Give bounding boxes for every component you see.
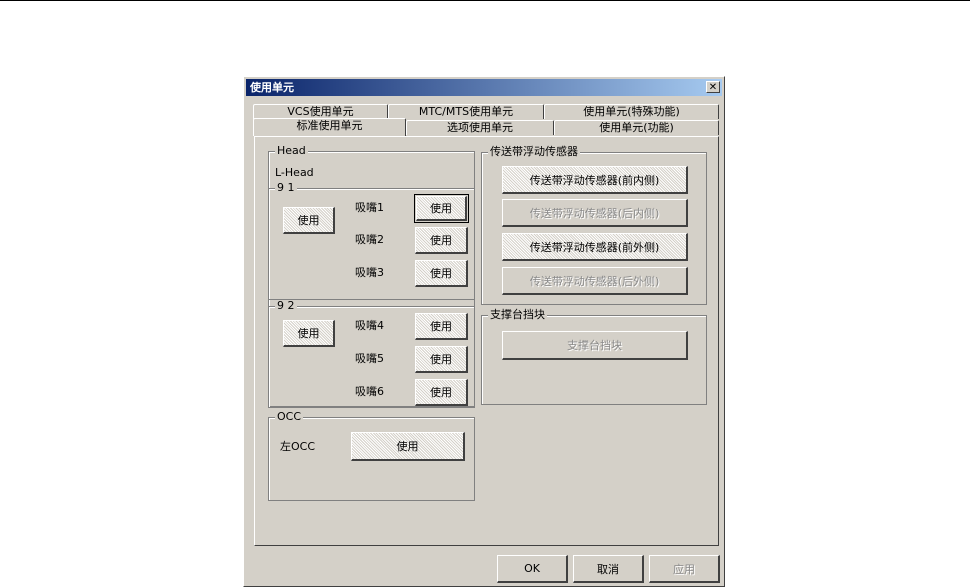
conveyor-float-sensor-group: 传送带浮动传感器 传送带浮动传感器(前内侧) 传送带浮动传感器(后内侧) 传送带…: [481, 146, 707, 305]
nozzle-group-2: 9 2 使用 吸嘴4 使用 吸嘴5 使用 吸嘴6 使用: [268, 300, 475, 408]
left-occ-label: 左OCC: [280, 440, 316, 453]
nozzle-2-use-button[interactable]: 使用: [415, 227, 468, 254]
cancel-button[interactable]: 取消: [573, 555, 644, 583]
page-top-rule: [0, 0, 970, 1]
use-unit-dialog: 使用单元 ✕ VCS使用单元 MTC/MTS使用单元 使用单元(特殊功能) 标准…: [243, 76, 725, 587]
nozzle-3-label: 吸嘴3: [355, 266, 384, 279]
nozzle-4-use-button[interactable]: 使用: [415, 313, 468, 340]
group2-use-button[interactable]: 使用: [283, 320, 335, 347]
tab-standard-use-unit[interactable]: 标准使用单元: [253, 118, 406, 136]
nozzle-group-2-legend: 9 2: [275, 299, 297, 312]
support-legend: 支撑台挡块: [488, 308, 547, 321]
tab-mtc-mts-use-unit[interactable]: MTC/MTS使用单元: [388, 104, 544, 119]
occ-group: OCC 左OCC 使用: [268, 411, 475, 501]
nozzle-group-1: 9 1 使用 吸嘴1 使用 吸嘴2 使用 吸嘴3 使用: [268, 182, 475, 300]
sensor-front-outer-button[interactable]: 传送带浮动传感器(前外侧): [502, 233, 688, 261]
close-icon[interactable]: ✕: [706, 81, 720, 93]
title-bar: 使用单元 ✕: [246, 79, 722, 96]
occ-legend: OCC: [275, 410, 304, 423]
nozzle-1-use-button[interactable]: 使用: [414, 194, 469, 223]
tab-use-unit-function[interactable]: 使用单元(功能): [554, 120, 719, 135]
tab-option-use-unit[interactable]: 选项使用单元: [406, 120, 554, 135]
conveyor-legend: 传送带浮动传感器: [488, 145, 580, 158]
tab-use-unit-special[interactable]: 使用单元(特殊功能): [544, 104, 719, 119]
nozzle-4-label: 吸嘴4: [355, 319, 384, 332]
nozzle-6-label: 吸嘴6: [355, 385, 384, 398]
support-stopper-button[interactable]: 支撑台挡块: [502, 331, 688, 360]
head-group: Head L-Head 9 1 使用 吸嘴1 使用 吸嘴2 使用 吸嘴3 使用 …: [268, 145, 475, 408]
nozzle-5-use-button[interactable]: 使用: [415, 346, 468, 373]
dialog-title: 使用单元: [250, 81, 294, 94]
nozzle-5-label: 吸嘴5: [355, 352, 384, 365]
left-occ-use-button[interactable]: 使用: [351, 432, 465, 461]
apply-button[interactable]: 应用: [649, 555, 720, 583]
sensor-front-inner-button[interactable]: 传送带浮动传感器(前内侧): [502, 166, 688, 194]
group1-use-button[interactable]: 使用: [283, 207, 335, 234]
nozzle-3-use-button[interactable]: 使用: [415, 260, 468, 287]
tab-vcs-use-unit[interactable]: VCS使用单元: [253, 104, 388, 119]
ok-button[interactable]: OK: [497, 555, 568, 583]
head-name: L-Head: [275, 166, 314, 179]
nozzle-group-1-legend: 9 1: [275, 181, 297, 194]
head-legend: Head: [275, 144, 308, 157]
sensor-rear-inner-button[interactable]: 传送带浮动传感器(后内侧): [502, 199, 688, 227]
sensor-rear-outer-button[interactable]: 传送带浮动传感器(后外侧): [502, 267, 688, 295]
support-stopper-group: 支撑台挡块 支撑台挡块: [481, 309, 707, 405]
nozzle-2-label: 吸嘴2: [355, 233, 384, 246]
nozzle-6-use-button[interactable]: 使用: [415, 379, 468, 406]
nozzle-1-label: 吸嘴1: [355, 201, 384, 214]
tab-panel-standard: Head L-Head 9 1 使用 吸嘴1 使用 吸嘴2 使用 吸嘴3 使用 …: [254, 136, 719, 546]
